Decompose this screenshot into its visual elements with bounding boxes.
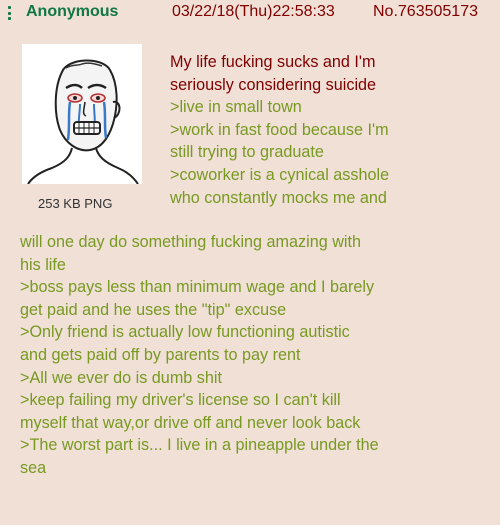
greentext-line: >Only friend is actually low functioning…	[20, 323, 350, 342]
greentext-line: still trying to graduate	[170, 143, 324, 162]
greentext-line: his life	[20, 255, 66, 274]
post-number-link[interactable]: No.763505173	[373, 3, 478, 21]
post-body-right: My life fucking sucks and I'm seriously …	[170, 51, 389, 209]
file-size-label: 253 KB PNG	[38, 196, 113, 211]
post-thumbnail[interactable]	[22, 44, 142, 185]
greentext-line: and gets paid off by parents to pay rent	[20, 345, 301, 364]
greentext-line: >work in fast food because I'm	[170, 120, 389, 139]
post-line: My life fucking sucks and I'm	[170, 53, 376, 71]
greentext-line: >keep failing my driver's license so I c…	[20, 391, 341, 410]
greentext-line: >boss pays less than minimum wage and I …	[20, 278, 375, 297]
greentext-line: myself that way,or drive off and never l…	[20, 413, 361, 432]
post-datetime: 03/22/18(Thu)22:58:33	[172, 3, 335, 20]
greentext-line: sea	[20, 458, 47, 477]
post-container: Anonymous 03/22/18(Thu)22:58:33 No.76350…	[0, 0, 500, 525]
greentext-line: will one day do something fucking amazin…	[20, 233, 362, 251]
greentext-line: >coworker is a cynical asshole	[170, 165, 390, 184]
greentext-line: >The worst part is... I live in a pineap…	[20, 436, 379, 455]
poster-name: Anonymous	[26, 3, 119, 20]
greentext-line: who constantly mocks me and	[170, 188, 387, 207]
post-menu-icon[interactable]	[8, 6, 12, 20]
post-line: seriously considering suicide	[170, 75, 377, 94]
greentext-line: get paid and he uses the "tip" excuse	[20, 300, 287, 319]
greentext-line: >All we ever do is dumb shit	[20, 368, 222, 387]
post-body-full: will one day do something fucking amazin…	[20, 231, 379, 480]
greentext-line: >live in small town	[170, 98, 302, 117]
crying-wojak-icon	[22, 44, 142, 185]
